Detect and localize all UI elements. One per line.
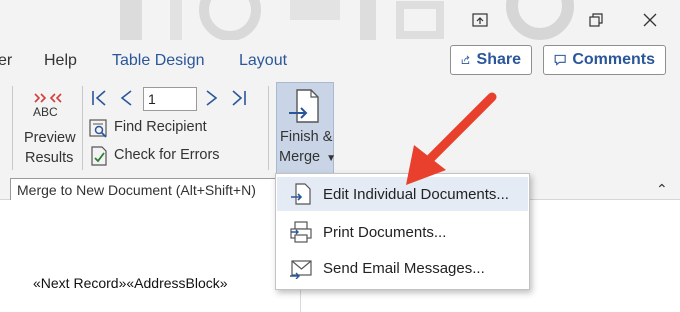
last-record-icon[interactable] (230, 89, 248, 107)
menu-item-label: Print Documents... (323, 223, 447, 241)
abc-preview-icon (34, 93, 62, 103)
find-recipient-label: Find Recipient (114, 119, 207, 135)
record-number-input[interactable] (143, 87, 197, 111)
merge-fields-text: «Next Record»«AddressBlock» (33, 275, 228, 291)
check-errors-icon (91, 146, 107, 166)
finish-merge-icon (289, 89, 319, 123)
abc-label: ABC (33, 105, 58, 119)
find-recipient-button[interactable]: Find Recipient (89, 118, 219, 140)
find-recipient-icon (89, 119, 107, 138)
finish-merge-button[interactable]: Finish & Merge ▼ (276, 82, 336, 174)
comments-button[interactable]: Comments (543, 45, 666, 75)
ribbon-separator (82, 86, 83, 170)
finish-merge-label-text: Merge (279, 149, 321, 165)
share-button[interactable]: Share (450, 45, 532, 75)
check-errors-label: Check for Errors (114, 147, 220, 163)
comment-icon (554, 54, 566, 66)
edit-document-icon (291, 183, 311, 205)
next-record-icon[interactable] (203, 89, 221, 107)
menu-item-edit-individual-documents[interactable]: Edit Individual Documents... (277, 177, 528, 211)
finish-merge-menu: Edit Individual Documents... Print Docum… (275, 173, 530, 290)
menu-item-send-email-messages[interactable]: Send Email Messages... (277, 251, 528, 285)
comments-label: Comments (572, 51, 655, 68)
share-icon (461, 55, 470, 64)
menu-item-print-documents[interactable]: Print Documents... (277, 215, 528, 249)
previous-record-icon[interactable] (117, 89, 135, 107)
tab-mailings-partial[interactable]: er (0, 52, 12, 70)
preview-label-line2: Results (25, 150, 74, 166)
first-record-icon[interactable] (90, 89, 108, 107)
menu-item-label: Edit Individual Documents... (323, 185, 509, 203)
tab-table-design[interactable]: Table Design (112, 52, 205, 70)
email-icon (290, 260, 312, 279)
tab-layout[interactable]: Layout (239, 52, 287, 70)
share-label: Share (476, 51, 521, 68)
ribbon-tabs: er Help Table Design Layout Share Commen… (0, 40, 680, 82)
check-errors-button[interactable]: Check for Errors (89, 146, 229, 168)
restore-icon (589, 13, 603, 27)
title-bar (0, 0, 680, 40)
close-icon (643, 13, 657, 27)
tab-help[interactable]: Help (44, 52, 77, 70)
close-button[interactable] (627, 0, 673, 40)
title-bar-decoration (120, 0, 574, 40)
restore-button[interactable] (573, 0, 619, 40)
ribbon-display-button[interactable] (457, 0, 503, 40)
merge-tooltip: Merge to New Document (Alt+Shift+N) (10, 178, 276, 202)
ribbon-display-icon (472, 13, 488, 27)
menu-item-label: Send Email Messages... (323, 259, 485, 277)
ribbon-separator (12, 86, 13, 170)
collapse-ribbon-icon[interactable]: ⌃ (656, 181, 668, 198)
preview-results-button[interactable]: ABC Preview Results (20, 84, 78, 172)
chevron-down-icon: ▼ (326, 153, 337, 164)
finish-merge-label-line1: Finish & (280, 129, 333, 145)
preview-label-line1: Preview (24, 130, 76, 146)
print-icon (290, 221, 312, 243)
ribbon-separator (268, 86, 269, 170)
finish-merge-label-line2: Merge ▼ (279, 149, 336, 165)
